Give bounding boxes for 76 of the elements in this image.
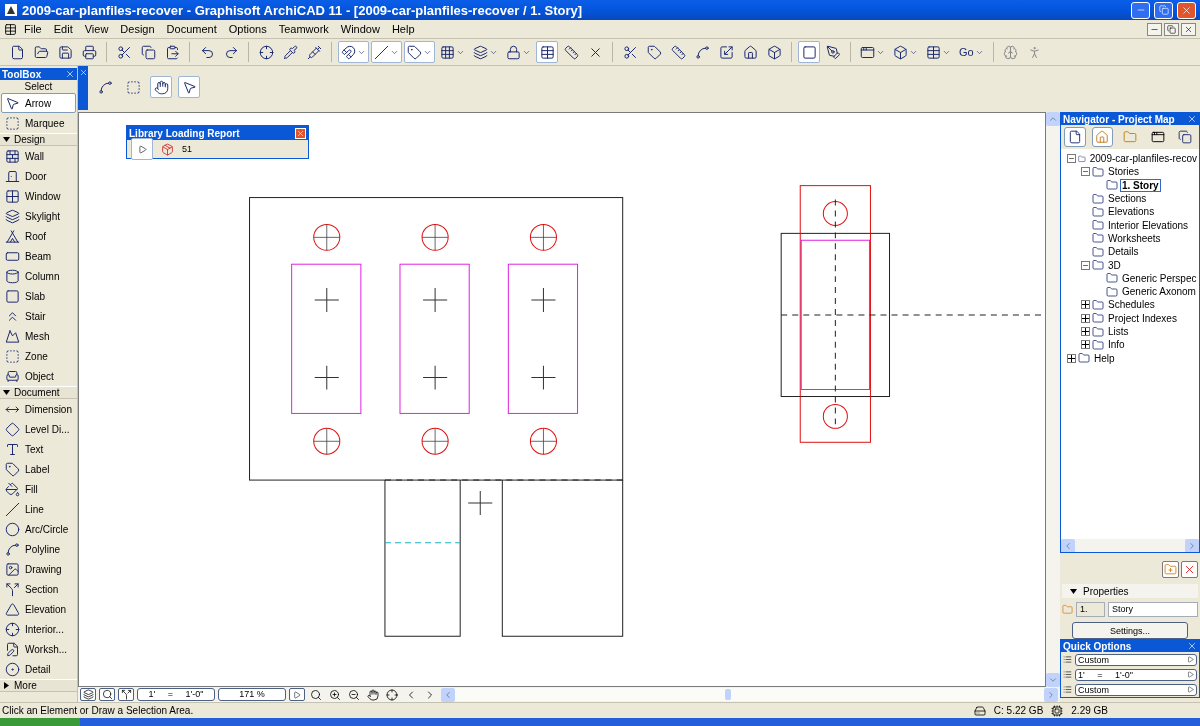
tool-item[interactable]: Section	[1, 579, 76, 599]
tree-item[interactable]: Info	[1106, 338, 1127, 352]
zoom-field[interactable]: 171 %	[218, 688, 286, 701]
tool-item[interactable]: Fill	[1, 479, 76, 499]
tree-item[interactable]: Stories	[1106, 165, 1142, 179]
report-count: 51	[182, 144, 192, 154]
status-message: Click an Element or Draw a Selection Area.	[2, 705, 195, 716]
menu-item[interactable]: Window	[335, 23, 385, 35]
option-dropdown[interactable]: 1' = 1'-0"	[1075, 668, 1197, 681]
tool-item[interactable]: Door	[1, 166, 76, 186]
tool-item[interactable]: Text	[1, 439, 76, 459]
tool-item[interactable]: Mesh	[1, 326, 76, 346]
panel-title: Library Loading Report	[129, 127, 240, 139]
menu-item[interactable]: View	[79, 23, 114, 35]
tool-item[interactable]: Level Di...	[1, 419, 76, 439]
menu-item[interactable]: File	[19, 23, 47, 35]
menu-item[interactable]: Document	[161, 23, 222, 35]
menu-item[interactable]: Options	[223, 23, 272, 35]
tree-item[interactable]: 2009-car-planfiles-recov	[1087, 152, 1199, 166]
settings-button[interactable]: Settings...	[1072, 622, 1188, 639]
option-dropdown[interactable]: Custom	[1075, 653, 1197, 666]
disk-space: C: 5.22 GB	[993, 705, 1044, 716]
tool-item[interactable]: Stair	[1, 306, 76, 326]
tree-item[interactable]: Sections	[1106, 192, 1149, 206]
tool-item[interactable]: Arc/Circle	[1, 519, 76, 539]
tree-item[interactable]: Details	[1106, 245, 1141, 259]
palette-title: ToolBox	[2, 68, 42, 80]
tool-item[interactable]: Column	[1, 266, 76, 286]
tool-item[interactable]: Skylight	[1, 206, 76, 226]
tool-item[interactable]: Beam	[1, 246, 76, 266]
tool-item[interactable]: Object	[1, 366, 76, 386]
tree-item[interactable]: 3D	[1106, 258, 1123, 272]
tool-item[interactable]: Slab	[1, 286, 76, 306]
menu-item[interactable]: Help	[386, 23, 420, 35]
menu-item[interactable]: Teamwork	[273, 23, 334, 35]
group-header[interactable]: More	[0, 679, 77, 692]
tree-item[interactable]: Worksheets	[1106, 231, 1163, 245]
tool-item[interactable]: Roof	[1, 226, 76, 246]
memory-space: 2.29 GB	[1071, 705, 1108, 716]
menu-item[interactable]: Design	[115, 23, 160, 35]
tree-item[interactable]: 1. Story	[1120, 178, 1161, 192]
tool-item[interactable]: Wall	[1, 146, 76, 166]
tool-item[interactable]: Detail	[1, 659, 76, 679]
tree-item[interactable]: Help	[1092, 351, 1117, 365]
tool-item[interactable]: Zone	[1, 346, 76, 366]
group-header[interactable]: Design	[0, 133, 77, 146]
tree-item[interactable]: Generic Perspec	[1120, 271, 1199, 285]
tree-item[interactable]: Interior Elevations	[1106, 218, 1191, 232]
tree-item[interactable]: Lists	[1106, 325, 1131, 338]
properties-header[interactable]: Properties	[1062, 584, 1198, 599]
story-name-field[interactable]: Story	[1108, 602, 1198, 618]
scale-field[interactable]: 1' = 1'-0"	[137, 688, 215, 701]
tree-item[interactable]: Elevations	[1106, 205, 1157, 219]
window-title: 2009-car-planfiles-recover - Graphisoft ArchiCAD 11 - [2009-car-planfiles-recover / 1. Story]	[22, 2, 584, 18]
section-label: Select	[23, 80, 54, 93]
tool-item[interactable]: Label	[1, 459, 76, 479]
tree-item[interactable]: Schedules	[1106, 298, 1157, 312]
tool-item[interactable]: Drawing	[1, 559, 76, 579]
story-number-field[interactable]: 1.	[1076, 602, 1105, 618]
palette-title: Quick Options	[1063, 640, 1132, 652]
palette-title: Navigator - Project Map	[1063, 113, 1175, 125]
tool-item[interactable]: Worksh...	[1, 639, 76, 659]
tool-item[interactable]: Line	[1, 499, 76, 519]
go-button[interactable]: Go	[956, 41, 987, 63]
tool-item[interactable]: Dimension	[1, 399, 76, 419]
tool-item[interactable]: Window	[1, 186, 76, 206]
option-dropdown[interactable]: Custom	[1075, 683, 1197, 696]
tool-item[interactable]: Marquee	[1, 113, 76, 133]
menu-item[interactable]: Edit	[48, 23, 78, 35]
tool-item[interactable]: Arrow	[1, 93, 76, 113]
tool-item[interactable]: Interior...	[1, 619, 76, 639]
tool-item[interactable]: Elevation	[1, 599, 76, 619]
group-header[interactable]: Document	[0, 386, 77, 399]
tool-item[interactable]: Polyline	[1, 539, 76, 559]
tree-item[interactable]: Generic Axonom	[1120, 285, 1198, 299]
tree-item[interactable]: Project Indexes	[1106, 311, 1179, 325]
